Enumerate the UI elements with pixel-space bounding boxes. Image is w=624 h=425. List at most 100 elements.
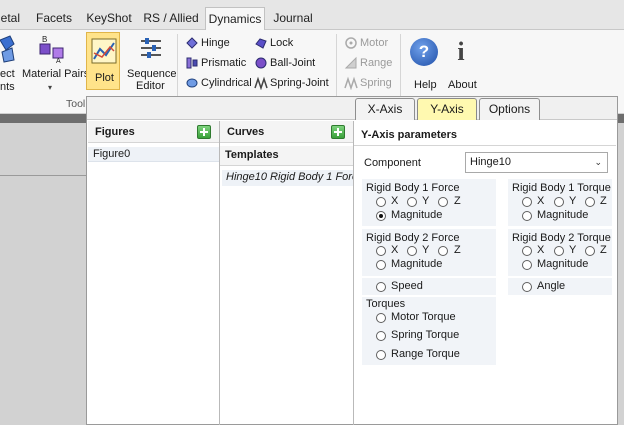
list-item[interactable]: Hinge10 Rigid Body 1 Force (222, 170, 353, 186)
cylindrical-icon[interactable] (185, 76, 199, 90)
sequence-editor-icon[interactable] (138, 36, 164, 62)
spring-torque-radio[interactable] (376, 331, 386, 341)
hinge-icon[interactable] (185, 36, 199, 50)
yaxis-parameters-title: Y-Axis parameters (354, 124, 616, 146)
motor-icon[interactable] (344, 36, 358, 50)
rb2-force-magnitude-radio[interactable] (376, 260, 386, 270)
tools-group-label: Tool (66, 98, 86, 110)
cylindrical-button[interactable]: Cylindrical (201, 77, 252, 89)
viewport-divider (0, 175, 86, 176)
motor-torque-label: Motor Torque (391, 311, 456, 323)
rb2-torque-y-label: Y (569, 244, 577, 256)
rb2-torque-z-radio[interactable] (585, 246, 595, 256)
sequence-editor-label-2[interactable]: Editor (136, 80, 165, 92)
lock-icon[interactable] (254, 36, 268, 50)
range-button[interactable]: Range (360, 57, 392, 69)
range-icon[interactable] (344, 56, 358, 70)
component-select[interactable]: Hinge10 ⌄ (465, 152, 608, 173)
svg-text:A: A (56, 58, 61, 64)
rb1-force-label: Rigid Body 1 Force (366, 182, 460, 194)
rb1-force-z-radio[interactable] (438, 197, 448, 207)
tab-options[interactable]: Options (479, 98, 540, 120)
tab-dynamics[interactable]: Dynamics (205, 7, 265, 31)
title-divider (354, 145, 616, 146)
figure-item-label: Figure0 (93, 148, 131, 160)
spring-torque-label: Spring Torque (391, 329, 460, 341)
ball-joint-button[interactable]: Ball-Joint (270, 57, 315, 69)
range-torque-label: Range Torque (391, 348, 460, 360)
component-label: Component (364, 157, 421, 169)
range-torque-radio[interactable] (376, 350, 386, 360)
pane-divider[interactable] (219, 121, 220, 425)
prismatic-button[interactable]: Prismatic (201, 57, 246, 69)
rb1-torque-z-label: Z (600, 195, 607, 207)
rb1-torque-magnitude-radio[interactable] (522, 211, 532, 221)
ribbon-tab-strip: letal Facets KeyShot RS / Allied Dynamic… (0, 0, 624, 31)
about-icon[interactable]: i (454, 36, 468, 68)
pane-divider[interactable] (353, 121, 354, 425)
rb1-force-y-label: Y (422, 195, 430, 207)
spring-button[interactable]: Spring (360, 77, 392, 89)
rb1-torque-x-radio[interactable] (522, 197, 532, 207)
rb2-force-z-radio[interactable] (438, 246, 448, 256)
component-value: Hinge10 (470, 156, 511, 168)
motor-torque-radio[interactable] (376, 313, 386, 323)
help-button[interactable]: Help (414, 79, 437, 91)
spring-joint-icon[interactable] (254, 76, 268, 91)
rb2-torque-magnitude-label: Magnitude (537, 258, 589, 270)
tab-facets[interactable]: Facets (33, 7, 75, 29)
rb2-torque-label: Rigid Body 2 Torque (512, 232, 611, 244)
material-pairs-icon[interactable]: B A (38, 34, 66, 65)
list-item[interactable]: Figure0 (88, 147, 219, 162)
rb2-torque-y-radio[interactable] (554, 246, 564, 256)
rb1-force-x-radio[interactable] (376, 197, 386, 207)
rb2-force-y-radio[interactable] (407, 246, 417, 256)
about-button[interactable]: About (448, 79, 477, 91)
select-joints-label[interactable]: ect (0, 68, 15, 80)
select-joints-icon[interactable] (0, 34, 16, 64)
rb2-force-label: Rigid Body 2 Force (366, 232, 460, 244)
add-figure-button[interactable] (197, 125, 211, 139)
chevron-down-icon: ⌄ (594, 157, 602, 167)
rb1-torque-z-radio[interactable] (585, 197, 595, 207)
lock-button[interactable]: Lock (270, 37, 293, 49)
select-joints-label-2[interactable]: nts (0, 81, 15, 93)
rb2-torque-magnitude-radio[interactable] (522, 260, 532, 270)
sequence-editor-label[interactable]: Sequence (127, 68, 177, 80)
rb1-torque-y-radio[interactable] (554, 197, 564, 207)
tab-keyshot[interactable]: KeyShot (86, 7, 132, 29)
tab-x-axis[interactable]: X-Axis (355, 98, 415, 120)
rb2-force-x-radio[interactable] (376, 246, 386, 256)
speed-label: Speed (391, 280, 423, 292)
rb2-force-y-label: Y (422, 244, 430, 256)
tab-y-axis[interactable]: Y-Axis (417, 98, 477, 120)
tab-metal[interactable]: letal (0, 7, 20, 29)
rb1-torque-y-label: Y (569, 195, 577, 207)
prismatic-icon[interactable] (185, 56, 199, 70)
spring-icon[interactable] (344, 76, 358, 91)
rb1-force-magnitude-radio[interactable] (376, 211, 386, 221)
help-icon[interactable]: ? (410, 38, 438, 66)
angle-label: Angle (537, 280, 566, 292)
hinge-button[interactable]: Hinge (201, 37, 230, 49)
rb1-force-y-radio[interactable] (407, 197, 417, 207)
ball-joint-icon[interactable] (254, 56, 268, 70)
add-curve-button[interactable] (331, 125, 345, 139)
tab-journal[interactable]: Journal (270, 7, 316, 29)
svg-text:B: B (42, 35, 47, 44)
rb2-torque-z-label: Z (600, 244, 607, 256)
motor-button[interactable]: Motor (360, 37, 388, 49)
rb2-force-magnitude-label: Magnitude (391, 258, 443, 270)
tab-rs-allied[interactable]: RS / Allied (142, 7, 200, 29)
chevron-down-icon[interactable]: ▾ (48, 83, 52, 92)
rb2-force-x-label: X (391, 244, 399, 256)
rb2-torque-x-label: X (537, 244, 545, 256)
spring-joint-button[interactable]: Spring-Joint (270, 77, 329, 89)
speed-radio[interactable] (376, 282, 386, 292)
angle-radio[interactable] (522, 282, 532, 292)
material-pairs-button[interactable]: Material Pairs (22, 68, 89, 80)
rb2-torque-x-radio[interactable] (522, 246, 532, 256)
rb1-force-z-label: Z (454, 195, 461, 207)
rb1-force-x-label: X (391, 195, 399, 207)
rb1-torque-magnitude-label: Magnitude (537, 209, 589, 221)
